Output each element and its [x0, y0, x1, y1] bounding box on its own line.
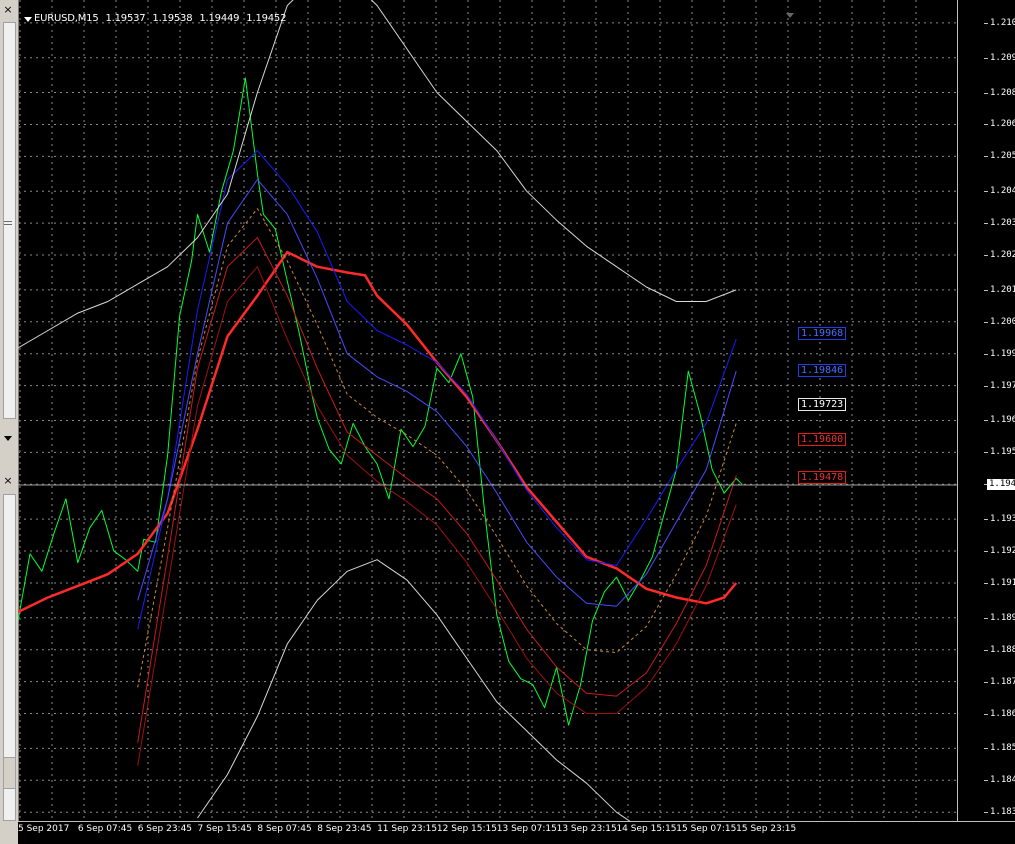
x-tick-label: 15 Sep 23:15: [736, 824, 797, 834]
y-tick-mark: [984, 321, 988, 323]
series-layer: [18, 0, 743, 821]
y-tick-label: 1.1922: [990, 546, 1015, 557]
y-tick-label: 1.1843: [990, 775, 1015, 786]
y-tick-label: 1.1933: [990, 514, 1015, 525]
x-tick-label: 14 Sep 15:15: [616, 824, 677, 834]
x-tick-label: 7 Sep 15:45: [197, 824, 252, 834]
x-tick-label: 6 Sep 23:45: [137, 824, 193, 834]
y-tick-mark: [984, 617, 988, 619]
y-tick-label: 1.1866: [990, 708, 1015, 719]
x-tick-label: 11 Sep 23:15: [377, 824, 438, 834]
shift-marker-icon[interactable]: [786, 13, 794, 18]
y-tick-label: 1.2104: [990, 17, 1015, 28]
y-tick-label: 1.1877: [990, 676, 1015, 687]
y-tick-label: 1.1979: [990, 380, 1015, 391]
y-tick-mark: [984, 681, 988, 683]
series-line-5: [137, 266, 737, 766]
y-tick-label: 1.2012: [990, 284, 1015, 295]
y-tick-mark: [984, 780, 988, 782]
current-price-label: 1.1945: [987, 479, 1015, 490]
price-label-blue: 1.19968: [798, 327, 847, 340]
symbol-name: EURUSD,M15: [34, 13, 99, 24]
rail-scroll-thumb[interactable]: [3, 757, 16, 789]
y-tick-label: 1.1899: [990, 612, 1015, 623]
left-rail: × ×: [0, 0, 19, 843]
y-tick-mark: [984, 420, 988, 422]
grip-icon: [4, 224, 12, 225]
y-tick-mark: [984, 649, 988, 651]
y-tick-mark: [984, 812, 988, 814]
y-tick-label: 1.1956: [990, 447, 1015, 458]
y-tick-label: 1.1854: [990, 743, 1015, 754]
y-tick-label: 1.2001: [990, 316, 1015, 327]
y-tick-mark: [984, 22, 988, 24]
price-label-red: 1.19478: [798, 471, 847, 484]
y-tick-mark: [984, 191, 988, 193]
close-icon[interactable]: ×: [2, 4, 14, 16]
series-line-3: [137, 179, 737, 607]
close-icon[interactable]: ×: [2, 475, 14, 487]
x-tick-label: 8 Sep 23:45: [317, 824, 372, 834]
y-tick-mark: [984, 551, 988, 553]
y-tick-label: 1.2058: [990, 151, 1015, 162]
y-tick-label: 1.1967: [990, 415, 1015, 426]
price-label-blue: 1.19846: [798, 364, 847, 377]
y-tick-mark: [984, 255, 988, 257]
symbol-header: EURUSD,M15 1.19537 1.19538 1.19449 1.194…: [34, 13, 290, 24]
price-label-red: 1.19600: [798, 433, 847, 446]
y-tick-mark: [984, 289, 988, 291]
y-tick-mark: [984, 124, 988, 126]
high-price: 1.19538: [152, 13, 193, 24]
y-tick-mark: [984, 519, 988, 521]
y-tick-mark: [984, 156, 988, 158]
y-tick-label: 1.2035: [990, 218, 1015, 229]
chevron-down-icon[interactable]: [4, 436, 12, 441]
x-tick-label: 13 Sep 07:15: [496, 824, 557, 834]
y-tick-label: 1.1990: [990, 348, 1015, 359]
y-tick-label: 1.1911: [990, 577, 1015, 588]
series-line-4: [137, 237, 737, 743]
y-tick-mark: [984, 353, 988, 355]
x-tick-label: 15 Sep 07:15: [676, 824, 737, 834]
y-tick-label: 1.1888: [990, 644, 1015, 655]
y-tick-mark: [984, 57, 988, 59]
low-price: 1.19449: [199, 13, 240, 24]
open-price: 1.19537: [105, 13, 146, 24]
grip-icon: [4, 221, 12, 222]
x-tick-label: 13 Sep 23:15: [556, 824, 617, 834]
price-label-white: 1.19723: [798, 398, 847, 411]
y-tick-mark: [984, 452, 988, 454]
y-tick-label: 1.2069: [990, 119, 1015, 130]
y-tick-label: 1.2046: [990, 186, 1015, 197]
series-line-0: [18, 77, 743, 726]
x-tick-label: 5 Sep 2017: [18, 824, 70, 834]
dropdown-icon[interactable]: [24, 17, 32, 22]
y-tick-mark: [984, 92, 988, 94]
y-tick-label: 1.2080: [990, 87, 1015, 98]
x-tick-label: 6 Sep 07:45: [77, 824, 133, 834]
y-tick-label: 1.1832: [990, 807, 1015, 818]
x-tick-label: 12 Sep 15:15: [436, 824, 497, 834]
y-tick-mark: [984, 713, 988, 715]
close-price: 1.19452: [246, 13, 287, 24]
y-tick-mark: [984, 748, 988, 750]
x-tick-label: 8 Sep 07:45: [257, 824, 312, 834]
y-tick-label: 1.2092: [990, 52, 1015, 63]
y-tick-mark: [984, 385, 988, 387]
y-tick-label: 1.2024: [990, 250, 1015, 261]
y-tick-mark: [984, 582, 988, 584]
y-tick-mark: [984, 223, 988, 225]
